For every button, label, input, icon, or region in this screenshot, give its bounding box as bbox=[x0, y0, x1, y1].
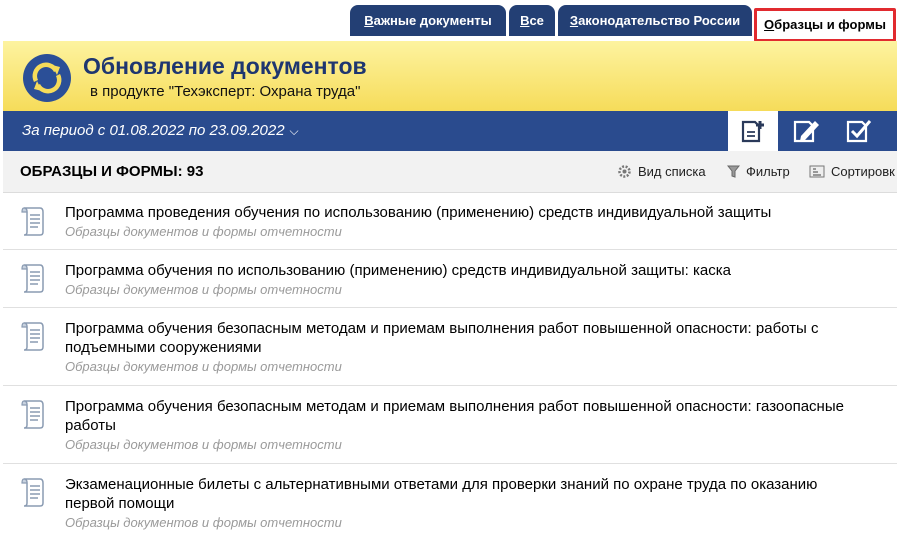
item-title[interactable]: Программа обучения по использованию (при… bbox=[65, 261, 855, 280]
document-list: Программа проведения обучения по использ… bbox=[3, 193, 897, 540]
add-document-icon bbox=[741, 120, 764, 143]
edit-document-button[interactable] bbox=[781, 111, 831, 151]
section-toolbar: ОБРАЗЦЫ И ФОРМЫ: 93 Вид списка Фильтр Со… bbox=[3, 151, 897, 193]
item-title[interactable]: Программа обучения безопасным методам и … bbox=[65, 397, 855, 435]
page-subtitle: в продукте "Техэксперт: Охрана труда" bbox=[90, 83, 361, 100]
period-bar: За период с 01.08.2022 по 23.09.2022 ⌵ bbox=[3, 111, 897, 151]
item-category: Образцы документов и формы отчетности bbox=[65, 359, 342, 374]
tab-russian-legislation[interactable]: Законодательство России bbox=[558, 5, 752, 36]
edit-document-icon bbox=[793, 120, 819, 143]
item-category: Образцы документов и формы отчетности bbox=[65, 515, 342, 530]
sort-icon bbox=[809, 165, 825, 178]
sort-button[interactable]: Сортировк bbox=[809, 164, 895, 179]
list-item[interactable]: Программа обучения безопасным методам и … bbox=[3, 308, 897, 386]
item-title[interactable]: Программа проведения обучения по использ… bbox=[65, 203, 855, 222]
document-scroll-icon bbox=[21, 400, 44, 429]
check-document-icon bbox=[846, 120, 872, 143]
tab-all[interactable]: Все bbox=[509, 5, 555, 36]
period-selector[interactable]: За период с 01.08.2022 по 23.09.2022 ⌵ bbox=[22, 122, 299, 139]
add-document-button[interactable] bbox=[728, 111, 778, 151]
list-item[interactable]: Экзаменационные билеты с альтернативными… bbox=[3, 464, 897, 540]
item-title[interactable]: Программа обучения безопасным методам и … bbox=[65, 319, 855, 357]
item-title[interactable]: Экзаменационные билеты с альтернативными… bbox=[65, 475, 855, 513]
document-scroll-icon bbox=[21, 322, 44, 351]
page-header: Обновление документов в продукте "Техэкс… bbox=[3, 41, 897, 111]
document-scroll-icon bbox=[21, 478, 44, 507]
check-document-button[interactable] bbox=[834, 111, 884, 151]
gear-icon bbox=[618, 165, 631, 178]
item-category: Образцы документов и формы отчетности bbox=[65, 437, 342, 452]
section-count: ОБРАЗЦЫ И ФОРМЫ: 93 bbox=[20, 163, 204, 180]
item-category: Образцы документов и формы отчетности bbox=[65, 282, 342, 297]
page-title: Обновление документов bbox=[83, 53, 367, 79]
list-item[interactable]: Программа обучения безопасным методам и … bbox=[3, 386, 897, 464]
item-category: Образцы документов и формы отчетности bbox=[65, 224, 342, 239]
view-mode-button[interactable]: Вид списка bbox=[617, 164, 706, 179]
tab-samples-and-forms[interactable]: Образцы и формы bbox=[754, 8, 896, 42]
refresh-icon bbox=[23, 54, 71, 102]
funnel-icon bbox=[726, 165, 741, 178]
document-scroll-icon bbox=[21, 207, 44, 236]
list-item[interactable]: Программа обучения по использованию (при… bbox=[3, 250, 897, 308]
tab-bar: Важные документы Все Законодательство Ро… bbox=[0, 0, 897, 42]
list-item[interactable]: Программа проведения обучения по использ… bbox=[3, 193, 897, 250]
document-scroll-icon bbox=[21, 264, 44, 293]
tab-important-documents[interactable]: Важные документы bbox=[350, 5, 506, 36]
filter-button[interactable]: Фильтр bbox=[726, 164, 790, 179]
chevron-down-icon: ⌵ bbox=[289, 124, 299, 138]
